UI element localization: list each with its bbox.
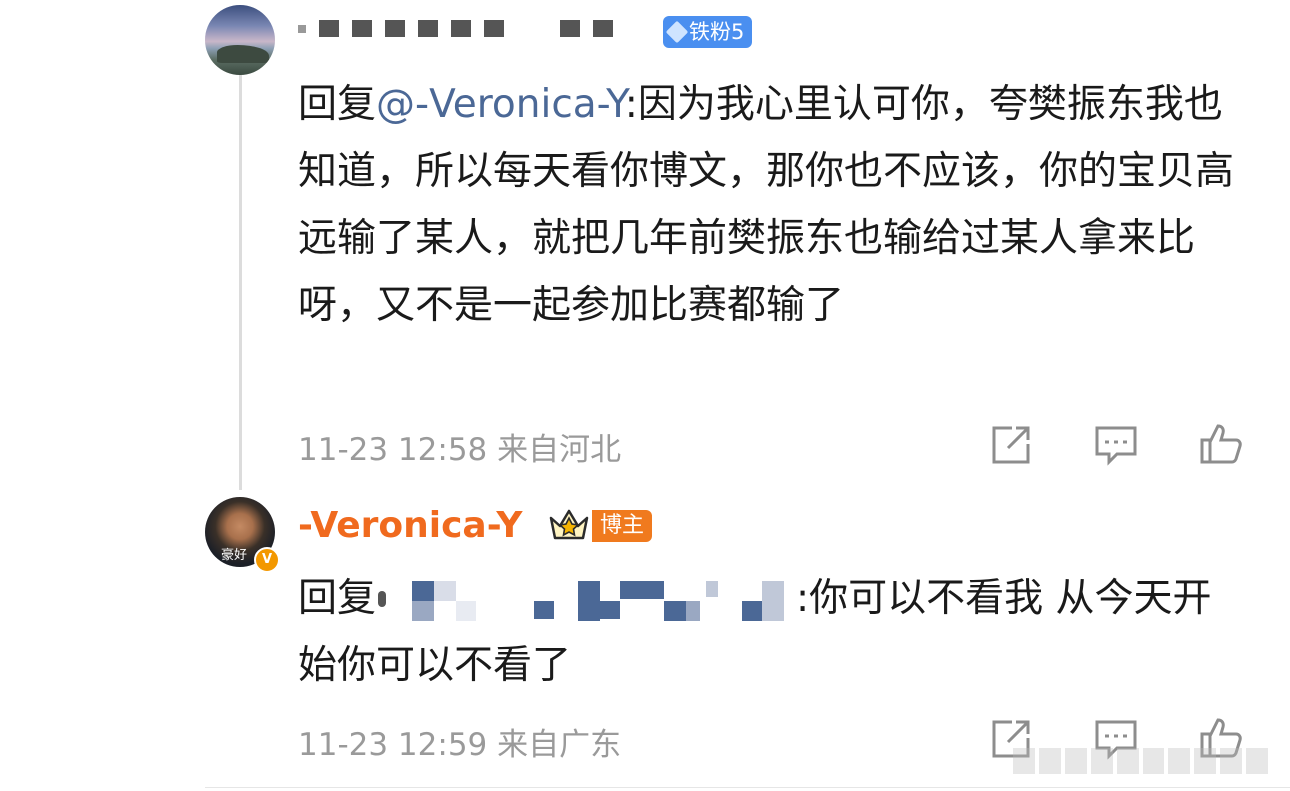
reply-text: 回复 :你可以不看我 从今天开始你可以不看了	[298, 565, 1243, 699]
blogger-badge: 博主	[592, 510, 653, 542]
watermark	[1013, 748, 1269, 774]
thread-line	[239, 72, 242, 490]
comment-time: 11-23 12:58	[298, 432, 488, 468]
fan-badge-label: 铁粉5	[689, 20, 745, 44]
divider	[205, 787, 1290, 788]
commenter-avatar[interactable]	[205, 5, 275, 75]
reply-prefix: 回复	[298, 576, 377, 621]
reply-location: 来自广东	[497, 727, 622, 763]
masked-mention	[376, 580, 796, 621]
reply-time: 11-23 12:59	[298, 727, 488, 763]
crown-icon	[548, 506, 590, 542]
share-icon[interactable]	[988, 422, 1034, 468]
mention-link[interactable]: @-Veronica-Y	[376, 82, 625, 127]
fan-badge: 铁粉5	[663, 16, 753, 48]
diamond-icon	[665, 20, 689, 44]
verified-icon: V	[254, 547, 280, 573]
comment-icon[interactable]	[1093, 422, 1139, 468]
avatar-text: 豪好	[221, 548, 248, 563]
reply-prefix: 回复	[298, 82, 377, 127]
comment-location: 来自河北	[497, 432, 622, 468]
reply-meta: 11-23 12:59 来自广东	[298, 719, 621, 764]
blogger-username[interactable]: -Veronica-Y	[298, 505, 522, 546]
masked-username	[298, 20, 613, 37]
like-icon[interactable]	[1198, 420, 1244, 466]
comment-text: 回复@-Veronica-Y:因为我心里认可你，夸樊振东我也知道，所以每天看你博…	[298, 71, 1243, 339]
comment-meta: 11-23 12:58 来自河北	[298, 424, 621, 469]
